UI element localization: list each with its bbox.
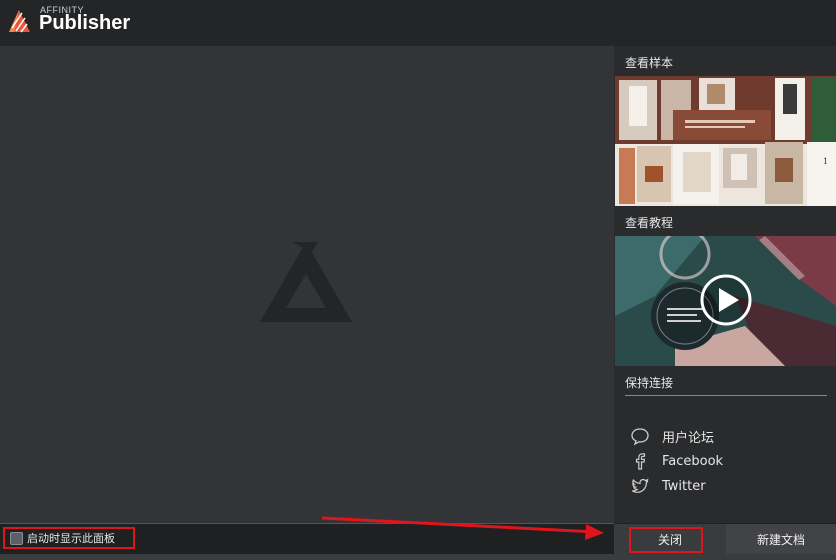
- link-user-forum[interactable]: 用户论坛: [630, 426, 714, 446]
- new-document-button-label: 新建文档: [756, 532, 805, 547]
- bottom-divider: [0, 523, 614, 524]
- show-on-startup-label: 启动时显示此面板: [27, 532, 115, 545]
- title-bar: AFFINITY Publisher: [0, 0, 836, 46]
- app-title: Publisher: [39, 12, 131, 34]
- tutorials-title: 查看教程: [625, 216, 674, 230]
- right-panel: 查看样本 1 查看教程 保持连接 用户论坛 Facebook Twitter: [614, 46, 836, 523]
- link-facebook[interactable]: Facebook: [630, 451, 723, 471]
- samples-title: 查看样本: [625, 56, 674, 70]
- twitter-icon: [631, 478, 649, 493]
- main-canvas-area: [0, 46, 614, 523]
- tutorial-video-thumbnail[interactable]: [615, 236, 836, 366]
- show-on-startup-checkbox[interactable]: [10, 531, 23, 545]
- connect-title: 保持连接: [625, 376, 674, 390]
- link-facebook-label: Facebook: [662, 453, 724, 469]
- close-button-label: 关闭: [657, 532, 682, 547]
- new-document-button[interactable]: 新建文档: [726, 524, 836, 554]
- link-twitter-label: Twitter: [662, 478, 706, 494]
- link-twitter[interactable]: Twitter: [630, 476, 706, 496]
- sample-page-number: 1: [823, 157, 828, 166]
- affinity-publisher-logo-icon: [9, 10, 30, 33]
- forum-bubble-icon: [631, 428, 649, 446]
- connect-divider: [625, 395, 827, 396]
- affinity-watermark-icon: [260, 242, 352, 322]
- facebook-icon: [635, 453, 646, 470]
- samples-thumbnail[interactable]: 1: [615, 76, 836, 206]
- show-on-startup-toggle[interactable]: 启动时显示此面板: [3, 527, 135, 549]
- link-user-forum-label: 用户论坛: [662, 430, 715, 446]
- close-button[interactable]: 关闭: [614, 524, 726, 554]
- bottom-strip: [0, 554, 836, 560]
